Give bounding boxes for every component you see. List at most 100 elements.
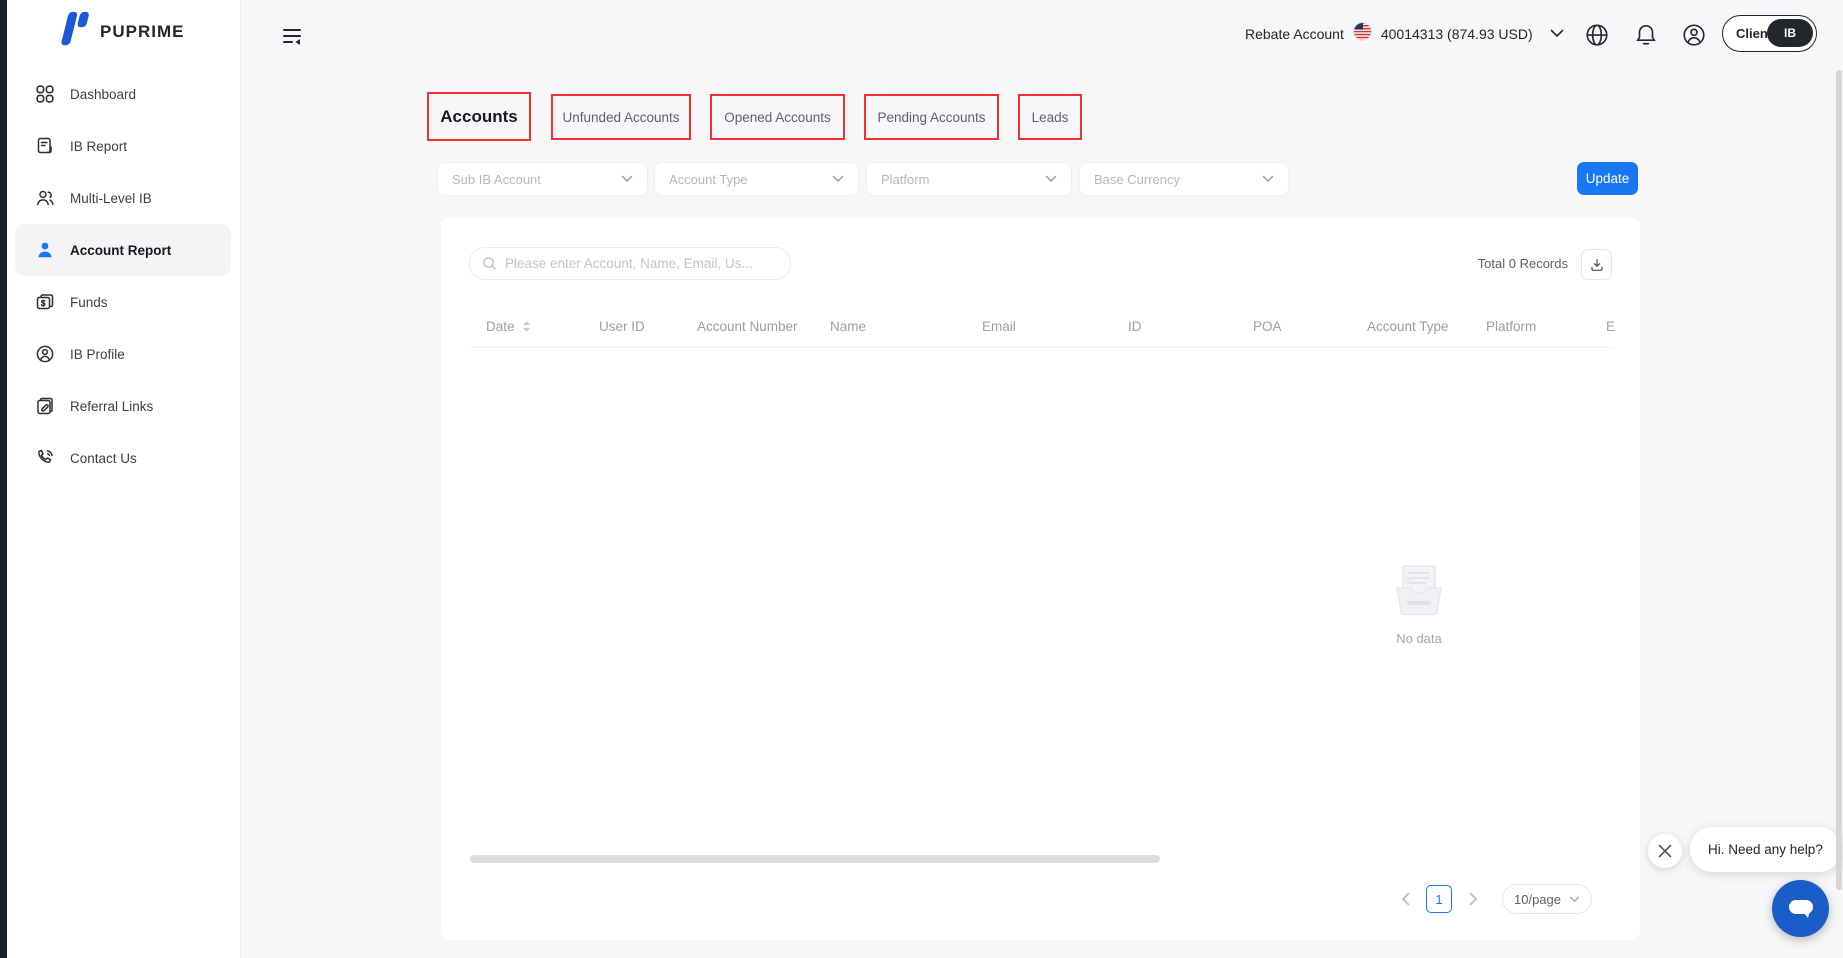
money-icon: $	[35, 292, 55, 312]
sidebar-item-label: Contact Us	[70, 451, 137, 466]
pagination: 1 10/page	[1396, 884, 1592, 914]
no-data-label: No data	[1369, 631, 1469, 646]
chat-bubble-icon	[1787, 897, 1815, 921]
chat-greeting-bubble[interactable]: Hi. Need any help?	[1690, 827, 1841, 872]
svg-text:$: $	[41, 299, 46, 308]
report-icon	[35, 136, 55, 156]
page-size-select[interactable]: 10/page	[1502, 884, 1592, 914]
account-type-label: Rebate Account	[1245, 26, 1344, 42]
platform-select[interactable]: Platform	[866, 162, 1072, 196]
download-button[interactable]	[1581, 249, 1612, 280]
total-records-label: Total 0 Records	[1478, 256, 1568, 271]
tab-opened-accounts[interactable]: Opened Accounts	[710, 94, 845, 140]
page-scrollbar-thumb[interactable]	[1836, 70, 1842, 890]
app-screen: PUPRIME Dashboard	[0, 0, 1843, 958]
column-header-account-type: Account Type	[1367, 319, 1449, 334]
close-icon	[1658, 844, 1672, 858]
sub-ib-account-select[interactable]: Sub IB Account	[437, 162, 648, 196]
select-placeholder: Base Currency	[1094, 172, 1180, 187]
page-number-button[interactable]: 1	[1426, 885, 1452, 913]
client-ib-toggle[interactable]: Client IB	[1722, 15, 1817, 52]
sidebar-item-label: Multi-Level IB	[70, 191, 152, 206]
column-header-user-id: User ID	[599, 319, 645, 334]
sidebar-item-contact-us[interactable]: Contact Us	[15, 432, 231, 484]
sidebar-collapse-icon[interactable]	[280, 24, 304, 48]
column-header-truncated: E	[1606, 319, 1615, 334]
column-header-platform: Platform	[1486, 319, 1536, 334]
tab-accounts[interactable]: Accounts	[427, 92, 531, 141]
sidebar-item-ib-profile[interactable]: IB Profile	[15, 328, 231, 380]
chevron-down-icon	[1262, 175, 1274, 183]
select-placeholder: Platform	[881, 172, 929, 187]
tab-label: Unfunded Accounts	[562, 110, 679, 125]
records-search[interactable]	[469, 247, 791, 280]
profile-icon	[35, 344, 55, 364]
chat-greeting-text: Hi. Need any help?	[1708, 842, 1823, 857]
chevron-down-icon	[621, 175, 633, 183]
table-header-row: Date User ID Account Number Name Email I…	[441, 311, 1640, 347]
tab-label: Opened Accounts	[724, 110, 831, 125]
sidebar-item-label: Funds	[70, 295, 108, 310]
previous-page-icon[interactable]	[1396, 885, 1414, 913]
sidebar-item-label: IB Profile	[70, 347, 125, 362]
tab-label: Accounts	[440, 107, 517, 127]
window-edge-strip	[0, 0, 7, 958]
sort-icon[interactable]	[522, 320, 531, 333]
sidebar-item-dashboard[interactable]: Dashboard	[15, 68, 231, 120]
account-switcher[interactable]: Rebate Account 40014313 (874.93 USD)	[1245, 18, 1564, 50]
records-card: Total 0 Records Date User ID Account Num…	[441, 218, 1640, 940]
puprime-logo-icon	[55, 10, 91, 53]
sidebar-item-label: Referral Links	[70, 399, 153, 414]
base-currency-select[interactable]: Base Currency	[1079, 162, 1289, 196]
brand-logo[interactable]: PUPRIME	[55, 10, 184, 53]
sidebar-item-ib-report[interactable]: IB Report	[15, 120, 231, 172]
chat-launcher-button[interactable]	[1772, 880, 1829, 937]
page-size-label: 10/page	[1514, 892, 1561, 907]
column-header-name: Name	[830, 319, 866, 334]
column-header-id: ID	[1128, 319, 1142, 334]
dashboard-icon	[35, 84, 55, 104]
column-header-date[interactable]: Date	[486, 319, 531, 334]
account-type-select[interactable]: Account Type	[654, 162, 859, 196]
search-input[interactable]	[505, 256, 778, 271]
chat-close-button[interactable]	[1648, 834, 1682, 868]
select-placeholder: Sub IB Account	[452, 172, 541, 187]
tab-leads[interactable]: Leads	[1018, 94, 1082, 140]
select-placeholder: Account Type	[669, 172, 748, 187]
language-globe-icon[interactable]	[1584, 22, 1610, 48]
user-profile-icon[interactable]	[1681, 22, 1707, 48]
us-flag-icon	[1353, 22, 1372, 46]
tab-pending-accounts[interactable]: Pending Accounts	[864, 94, 999, 140]
column-header-email: Email	[982, 319, 1016, 334]
horizontal-scrollbar-thumb[interactable]	[470, 855, 1160, 863]
toggle-ib-label[interactable]: IB	[1767, 19, 1813, 47]
search-icon	[482, 256, 497, 271]
chevron-down-icon	[1550, 25, 1564, 43]
sidebar-item-label: IB Report	[70, 139, 127, 154]
sidebar-item-label: Dashboard	[70, 87, 136, 102]
sidebar-item-funds[interactable]: $ Funds	[15, 276, 231, 328]
chevron-down-icon	[1045, 175, 1057, 183]
tab-unfunded-accounts[interactable]: Unfunded Accounts	[551, 94, 691, 140]
tab-label: Pending Accounts	[877, 110, 985, 125]
person-icon	[35, 240, 55, 260]
column-header-poa: POA	[1253, 319, 1282, 334]
account-number-balance: 40014313 (874.93 USD)	[1381, 26, 1533, 42]
table-header-divider	[469, 347, 1612, 348]
sidebar-menu: Dashboard IB Report	[7, 68, 241, 484]
sidebar-item-referral-links[interactable]: Referral Links	[15, 380, 231, 432]
empty-state: No data	[1369, 564, 1469, 646]
sidebar-item-account-report[interactable]: Account Report	[15, 224, 231, 276]
notification-bell-icon[interactable]	[1633, 22, 1659, 48]
referral-link-icon	[35, 396, 55, 416]
sidebar: PUPRIME Dashboard	[7, 0, 241, 958]
sidebar-item-label: Account Report	[70, 243, 171, 258]
update-button[interactable]: Update	[1577, 162, 1638, 195]
next-page-icon[interactable]	[1464, 885, 1482, 913]
chevron-down-icon	[1569, 896, 1580, 903]
download-icon	[1589, 257, 1605, 273]
phone-icon	[35, 448, 55, 468]
people-icon	[35, 188, 55, 208]
column-header-account-number: Account Number	[697, 319, 798, 334]
sidebar-item-multi-level-ib[interactable]: Multi-Level IB	[15, 172, 231, 224]
